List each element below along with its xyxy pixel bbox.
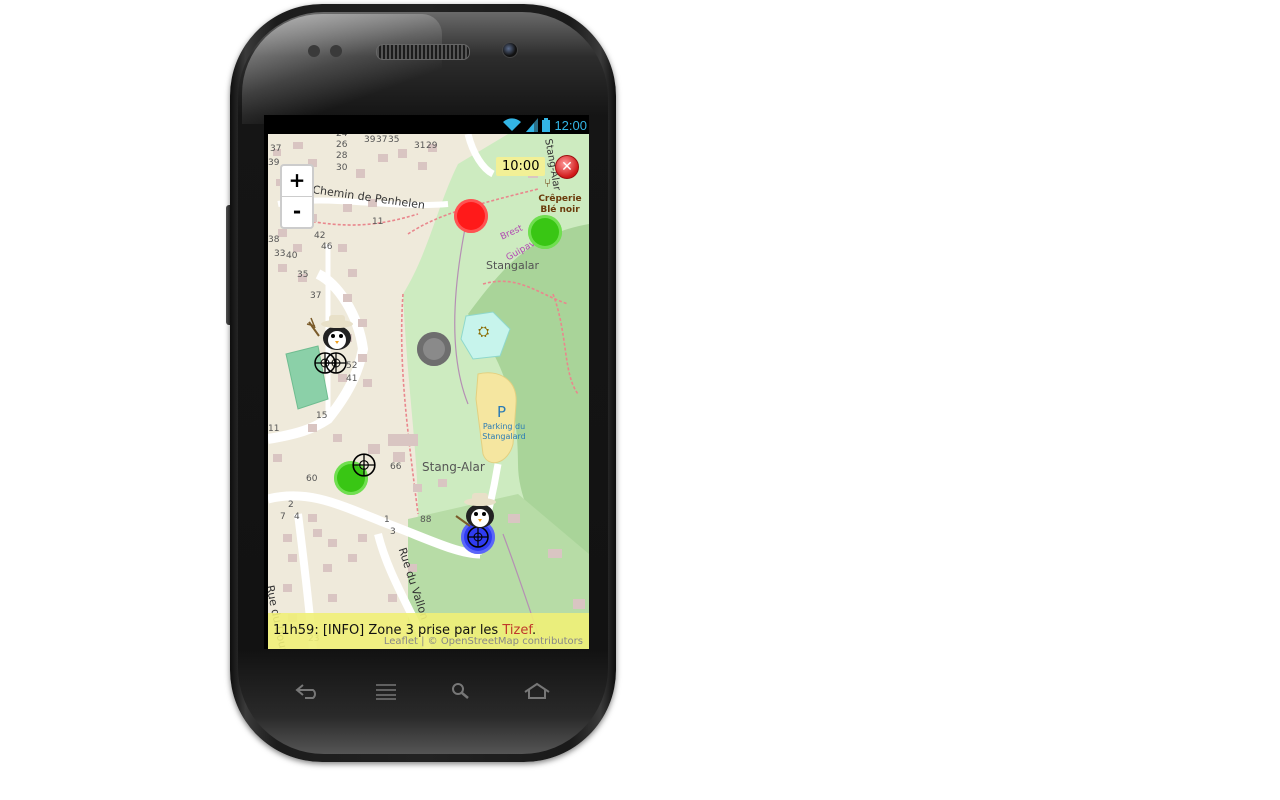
restaurant-icon: ⑂ xyxy=(544,176,552,190)
house-number: 38 xyxy=(268,235,280,245)
house-number: 15 xyxy=(316,411,328,421)
map-view[interactable]: Chemin de Penhelen Stangalar Stang-Alar … xyxy=(268,134,589,649)
house-number: 11 xyxy=(268,424,280,434)
parking-icon: P xyxy=(497,403,507,421)
close-icon[interactable]: ✕ xyxy=(555,155,579,179)
wifi-icon xyxy=(503,118,522,131)
light-sensor xyxy=(330,45,342,57)
zone-red[interactable] xyxy=(454,199,488,233)
house-number: 31 xyxy=(414,141,426,151)
map-attribution[interactable]: Leaflet | © OpenStreetMap contributors xyxy=(384,636,583,647)
house-number: 66 xyxy=(390,462,402,472)
battery-icon xyxy=(542,118,551,132)
house-number: 42 xyxy=(314,231,326,241)
info-banner: 11h59: [INFO] Zone 3 prise par les Tizef… xyxy=(268,613,589,649)
label-stang-alar: Stang-Alar xyxy=(422,460,485,474)
back-icon[interactable] xyxy=(293,682,323,704)
phone-screen: 12:00 Chemin de Penhelen Stangalar Stang… xyxy=(264,115,589,649)
game-timer: 10:00 xyxy=(496,157,546,176)
player-avatar-icon[interactable] xyxy=(450,490,502,530)
home-icon[interactable] xyxy=(522,682,552,704)
house-number: 33 xyxy=(274,249,286,259)
zoom-out-button[interactable]: - xyxy=(282,196,312,227)
proximity-sensor xyxy=(308,45,320,57)
zone-grey[interactable] xyxy=(417,332,451,366)
house-number: 37 xyxy=(310,291,322,301)
house-number: 37 xyxy=(376,135,388,145)
house-number: 28 xyxy=(336,151,348,161)
crosshair-icon xyxy=(325,352,347,374)
playground-icon: ⛭ xyxy=(478,324,490,340)
house-number: 4 xyxy=(294,512,300,522)
earpiece-speaker xyxy=(376,44,470,60)
house-number: 3 xyxy=(390,527,396,537)
crosshair-icon xyxy=(352,453,376,477)
house-number: 41 xyxy=(346,374,358,384)
house-number: 46 xyxy=(321,242,333,252)
house-number: 35 xyxy=(297,270,309,280)
phone-gloss xyxy=(242,14,442,124)
house-number: 7 xyxy=(280,512,286,522)
house-number: 26 xyxy=(336,140,348,150)
house-number: 60 xyxy=(306,474,318,484)
player-avatar-icon[interactable] xyxy=(305,312,357,352)
house-number: 88 xyxy=(420,515,432,525)
zone-green-top[interactable] xyxy=(528,215,562,249)
house-number: 2 xyxy=(288,500,294,510)
house-number: 39 xyxy=(268,158,280,168)
house-number: 35 xyxy=(388,135,400,145)
label-creperie: Crêperie Blé noir xyxy=(538,194,582,215)
house-number: 39 xyxy=(364,135,376,145)
signal-icon xyxy=(526,118,539,132)
zoom-control: + - xyxy=(280,164,314,229)
house-number: 1 xyxy=(384,515,390,525)
house-number: 37 xyxy=(270,144,282,154)
label-parking: Parking du Stangalard xyxy=(482,422,526,441)
zoom-in-button[interactable]: + xyxy=(282,166,312,196)
house-number: 30 xyxy=(336,163,348,173)
menu-icon[interactable] xyxy=(371,682,401,704)
house-number: 11 xyxy=(372,217,384,227)
house-number: 24 xyxy=(336,134,348,139)
search-icon[interactable] xyxy=(446,682,476,704)
house-number: 40 xyxy=(286,251,298,261)
status-clock: 12:00 xyxy=(554,117,587,133)
status-bar: 12:00 xyxy=(264,115,589,134)
house-number: 29 xyxy=(426,141,438,151)
front-camera xyxy=(502,42,518,58)
